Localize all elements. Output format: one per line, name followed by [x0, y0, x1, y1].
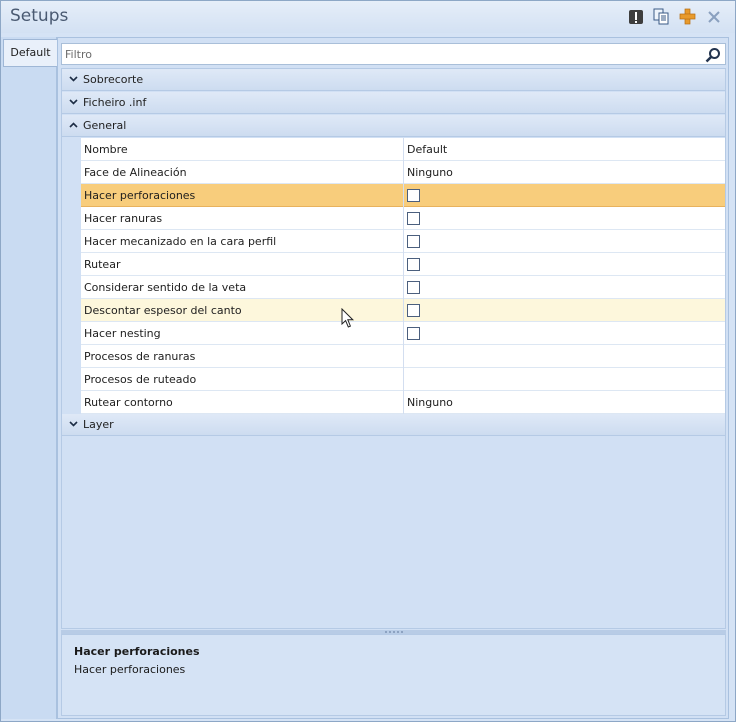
chevron-up-icon[interactable]: [67, 118, 79, 132]
filter-box: [61, 43, 726, 65]
mouse-cursor-icon: [341, 308, 355, 328]
checkbox[interactable]: [407, 235, 420, 248]
property-row-descontar-espesor[interactable]: Descontar espesor del canto: [81, 299, 725, 322]
description-text: Hacer perforaciones: [74, 663, 186, 676]
property-row-hacer-perforaciones[interactable]: Hacer perforaciones: [81, 184, 725, 207]
column-divider[interactable]: [403, 138, 404, 161]
property-name: Nombre: [84, 143, 128, 156]
column-divider[interactable]: [403, 230, 404, 253]
checkbox[interactable]: [407, 327, 420, 340]
category-ficheiro-inf[interactable]: Ficheiro .inf: [62, 92, 725, 114]
checkbox[interactable]: [407, 258, 420, 271]
category-general[interactable]: General: [62, 115, 725, 137]
property-row-procesos-ranuras[interactable]: Procesos de ranuras: [81, 345, 725, 368]
checkbox[interactable]: [407, 212, 420, 225]
copy-icon[interactable]: [653, 8, 670, 25]
column-divider[interactable]: [403, 184, 404, 207]
filter-input[interactable]: [65, 46, 695, 62]
property-row-mecanizado-cara-perfil[interactable]: Hacer mecanizado en la cara perfil: [81, 230, 725, 253]
column-divider[interactable]: [403, 253, 404, 276]
property-panel: Sobrecorte Ficheiro .inf General Nombre: [57, 37, 729, 719]
property-name: Hacer ranuras: [84, 212, 163, 225]
tab-default[interactable]: Default: [3, 39, 57, 67]
property-name: Procesos de ranuras: [84, 350, 196, 363]
category-label: Layer: [83, 418, 114, 431]
column-divider[interactable]: [403, 345, 404, 368]
tab-strip: Default: [1, 37, 57, 719]
property-row-face-alineacion[interactable]: Face de Alineación Ninguno: [81, 161, 725, 184]
property-name: Face de Alineación: [84, 166, 187, 179]
property-name: Rutear contorno: [84, 396, 173, 409]
property-name: Hacer mecanizado en la cara perfil: [84, 235, 277, 248]
property-row-rutear-contorno[interactable]: Rutear contorno Ninguno: [81, 391, 725, 414]
property-name: Hacer nesting: [84, 327, 161, 340]
setups-window: Setups Default Filtro Sobrecorte Ficheir…: [0, 0, 736, 722]
column-divider[interactable]: [403, 391, 404, 414]
checkbox[interactable]: [407, 189, 420, 202]
column-divider[interactable]: [403, 207, 404, 230]
property-value[interactable]: Default: [407, 143, 447, 156]
property-row-procesos-ruteado[interactable]: Procesos de ruteado: [81, 368, 725, 391]
property-row-hacer-nesting[interactable]: Hacer nesting: [81, 322, 725, 345]
window-title: Setups: [10, 6, 69, 26]
property-name: Descontar espesor del canto: [84, 304, 242, 317]
property-name: Procesos de ruteado: [84, 373, 197, 386]
property-value[interactable]: Ninguno: [407, 166, 453, 179]
category-sobrecorte[interactable]: Sobrecorte: [62, 69, 725, 91]
property-name: Hacer perforaciones: [84, 189, 196, 202]
close-icon[interactable]: [705, 8, 722, 25]
column-divider[interactable]: [403, 368, 404, 391]
title-bar: Setups: [1, 1, 735, 33]
category-layer[interactable]: Layer: [62, 414, 725, 436]
info-icon[interactable]: [627, 8, 644, 25]
search-icon[interactable]: [704, 46, 722, 63]
category-label: Sobrecorte: [83, 73, 144, 86]
property-name: Rutear: [84, 258, 121, 271]
property-grid: Sobrecorte Ficheiro .inf General Nombre: [61, 68, 726, 629]
category-label: General: [83, 119, 127, 132]
category-label: Ficheiro .inf: [83, 96, 147, 109]
description-title: Hacer perforaciones: [74, 645, 200, 658]
property-value[interactable]: Ninguno: [407, 396, 453, 409]
property-row-nombre[interactable]: Nombre Default: [81, 138, 725, 161]
add-icon[interactable]: [679, 8, 696, 25]
column-divider[interactable]: [403, 276, 404, 299]
column-divider[interactable]: [403, 161, 404, 184]
checkbox[interactable]: [407, 304, 420, 317]
checkbox[interactable]: [407, 281, 420, 294]
property-name: Considerar sentido de la veta: [84, 281, 247, 294]
property-row-rutear[interactable]: Rutear: [81, 253, 725, 276]
description-panel: Hacer perforaciones Hacer perforaciones: [61, 634, 726, 716]
row-gutter: [62, 138, 81, 414]
chevron-down-icon[interactable]: [67, 72, 79, 86]
chevron-down-icon[interactable]: [67, 95, 79, 109]
chevron-down-icon[interactable]: [67, 417, 79, 431]
column-divider[interactable]: [403, 322, 404, 345]
property-row-hacer-ranuras[interactable]: Hacer ranuras: [81, 207, 725, 230]
property-row-sentido-veta[interactable]: Considerar sentido de la veta: [81, 276, 725, 299]
column-divider[interactable]: [403, 299, 404, 322]
